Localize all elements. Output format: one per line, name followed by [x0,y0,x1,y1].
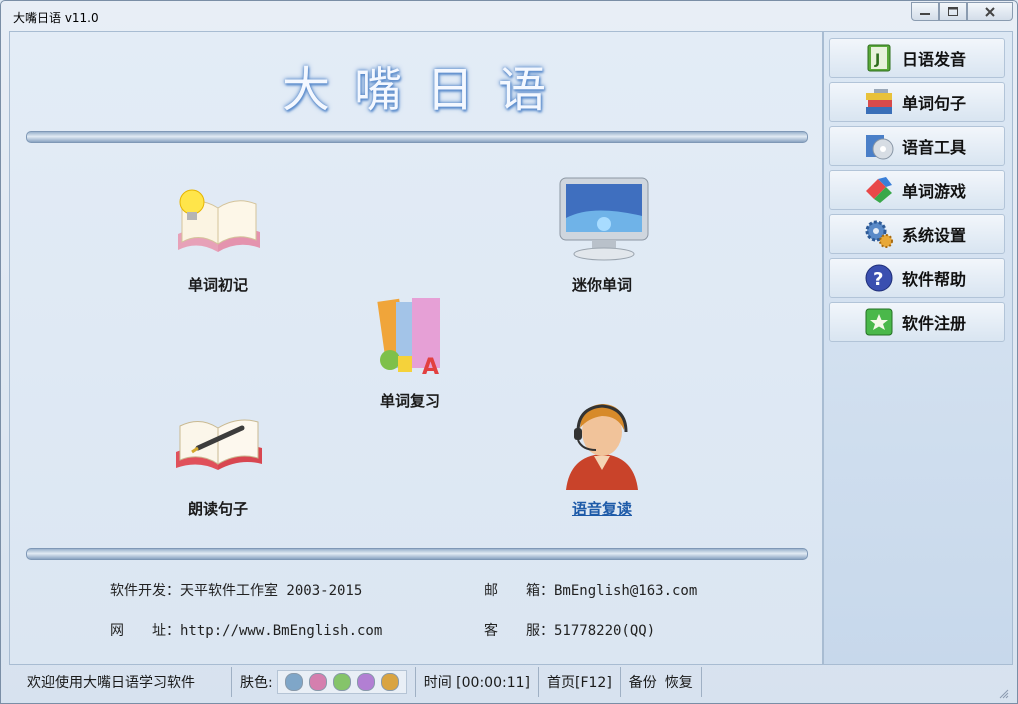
svg-text:A: A [422,355,439,380]
gears-icon [864,219,894,249]
title-bar[interactable]: 大嘴日语 v11.0 [1,1,1017,31]
status-bar: 欢迎使用大嘴日语学习软件 肤色: 时间 [00:00:11] 首页[F12] 备… [9,665,1011,699]
skin-swatch-purple[interactable] [356,673,375,691]
sidebar-item-label: 语音工具 [902,138,967,157]
feature-word-review[interactable]: A 单词复习 [350,290,470,411]
top-divider [26,131,808,143]
sidebar-item-label: 单词句子 [902,94,967,113]
window-controls [911,2,1013,21]
window-title: 大嘴日语 v11.0 [13,11,99,25]
green-book-j-icon: J [864,43,894,73]
feature-label: 迷你单词 [571,276,632,294]
feature-label: 语音复读 [571,500,632,518]
sidebar-item-voice-tools[interactable]: 语音工具 [829,126,1005,166]
minimize-button[interactable] [911,2,939,21]
book-pen-icon [168,398,268,494]
skin-swatches [276,670,407,694]
maximize-icon [948,7,958,16]
feature-voice-repeat[interactable]: 语音复读 [542,398,662,519]
sidebar-item-label: 软件注册 [902,314,967,333]
sidebar-item-register[interactable]: 软件注册 [829,302,1005,342]
maximize-button[interactable] [939,2,967,21]
main-panel: 大嘴日语 单词初记 迷你单词 A 单词复习 朗读句子 语音复读 软件开发：天平软… [9,31,823,665]
puzzle-blocks-icon [864,175,894,205]
help-question-icon: ? [864,263,894,293]
skin-label: 肤色: [240,675,273,691]
restore-button[interactable]: 恢复 [665,672,693,692]
sidebar-item-label: 日语发音 [902,50,967,69]
close-button[interactable] [967,2,1013,21]
resize-grip-icon[interactable] [999,687,1009,699]
developer-info: 软件开发：天平软件工作室 2003-2015 [110,583,363,599]
monitor-icon [552,174,652,270]
book-stack-icon [864,87,894,117]
skin-swatch-green[interactable] [332,673,351,691]
feature-label: 单词复习 [379,392,440,410]
website-info: 网 址：http://www.BmEnglish.com [110,623,383,639]
sidebar: J 日语发音 单词句子 语音工具 单词游戏 系统设置 ? 软件帮助 软件注册 [823,31,1013,665]
sidebar-item-label: 单词游戏 [902,182,967,201]
sidebar-item-word-sentence[interactable]: 单词句子 [829,82,1005,122]
feature-word-learn[interactable]: 单词初记 [158,174,278,295]
sidebar-item-help[interactable]: ? 软件帮助 [829,258,1005,298]
star-register-icon [864,307,894,337]
backup-button[interactable]: 备份 [629,672,657,692]
skin-swatch-blue[interactable] [284,673,303,691]
minimize-icon [920,12,930,15]
media-cd-icon [864,131,894,161]
app-window: 大嘴日语 v11.0 大嘴日语 单词初记 迷你单词 A 单词复习 朗读句子 语音… [0,0,1018,704]
close-icon [985,6,995,17]
skin-selector: 肤色: [232,667,416,697]
sidebar-item-label: 系统设置 [902,226,967,245]
app-title: 大嘴日语 [281,62,570,118]
sidebar-item-pronunciation[interactable]: J 日语发音 [829,38,1005,78]
book-bulb-icon [168,174,268,270]
sidebar-item-word-game[interactable]: 单词游戏 [829,170,1005,210]
svg-text:J: J [874,52,880,68]
books-abc-icon: A [360,290,460,386]
status-welcome: 欢迎使用大嘴日语学习软件 [9,667,232,697]
feature-read-sentence[interactable]: 朗读句子 [158,398,278,519]
home-button[interactable]: 首页[F12] [539,667,621,697]
sidebar-item-label: 软件帮助 [902,270,967,289]
service-info: 客 服：51778220(QQ) [484,623,656,639]
svg-text:?: ? [873,269,883,290]
bottom-divider [26,548,808,560]
sidebar-item-settings[interactable]: 系统设置 [829,214,1005,254]
skin-swatch-orange[interactable] [380,673,399,691]
status-time: 时间 [00:00:11] [416,667,539,697]
headset-person-icon [552,398,652,494]
backup-restore: 备份 恢复 [621,667,702,697]
feature-label: 朗读句子 [187,500,248,518]
feature-mini-word[interactable]: 迷你单词 [542,174,662,295]
skin-swatch-pink[interactable] [308,673,327,691]
email-info: 邮 箱：BmEnglish@163.com [484,583,698,599]
feature-label: 单词初记 [187,276,248,294]
